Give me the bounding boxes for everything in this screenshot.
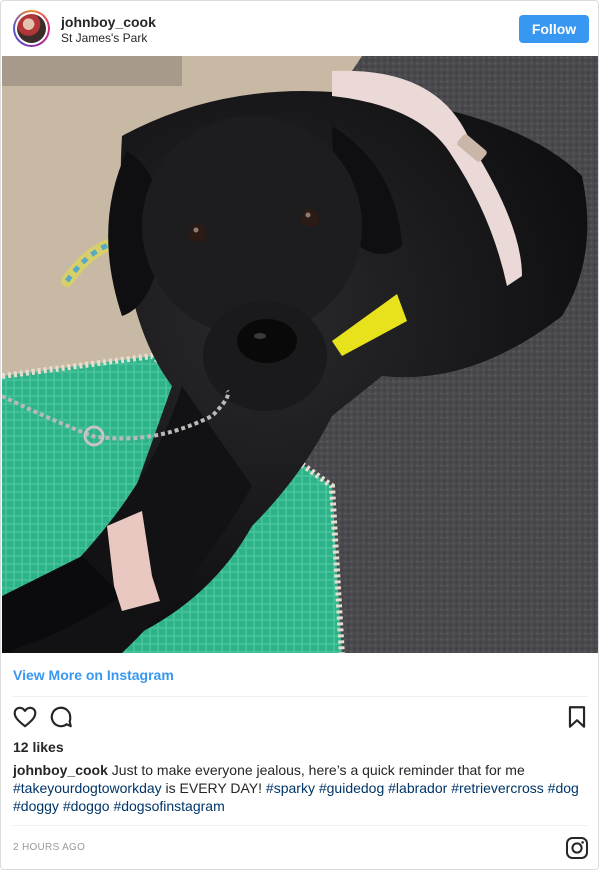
post-header: johnboy_cook St James's Park Follow: [1, 1, 598, 56]
divider: [13, 696, 588, 697]
caption-text: is EVERY DAY!: [161, 780, 266, 796]
follow-button[interactable]: Follow: [519, 15, 589, 43]
instagram-logo-icon[interactable]: [565, 836, 589, 860]
username-link[interactable]: johnboy_cook: [61, 14, 156, 30]
hashtag-link[interactable]: #takeyourdogtoworkday: [13, 780, 162, 796]
post-photo[interactable]: [2, 56, 598, 653]
hashtag-link[interactable]: #guidedog: [319, 780, 384, 796]
hashtag-link[interactable]: #labrador: [388, 780, 447, 796]
hashtag-link[interactable]: #retrievercross: [451, 780, 544, 796]
post-caption: johnboy_cook Just to make everyone jealo…: [13, 761, 591, 815]
instagram-embed-card: johnboy_cook St James's Park Follow View…: [0, 0, 599, 870]
hashtag-link[interactable]: #doggo: [63, 798, 110, 814]
dog-photo-image: [2, 56, 598, 653]
location-link[interactable]: St James's Park: [61, 31, 147, 45]
bookmark-icon[interactable]: [564, 704, 590, 730]
comment-icon[interactable]: [48, 704, 74, 730]
caption-text: Just to make everyone jealous, here’s a …: [107, 762, 525, 778]
hashtag-link[interactable]: #dog: [548, 780, 579, 796]
caption-author[interactable]: johnboy_cook: [13, 762, 108, 778]
likes-count[interactable]: 12 likes: [13, 739, 64, 755]
hashtag-link[interactable]: #sparky: [266, 780, 315, 796]
heart-icon[interactable]: [12, 704, 38, 730]
hashtag-link[interactable]: #doggy: [13, 798, 59, 814]
avatar-image: [17, 14, 46, 43]
avatar[interactable]: [13, 10, 50, 47]
view-more-link[interactable]: View More on Instagram: [13, 667, 174, 683]
divider: [13, 825, 588, 826]
post-timestamp[interactable]: 2 hours ago: [13, 842, 85, 853]
hashtag-link[interactable]: #dogsofinstagram: [113, 798, 224, 814]
